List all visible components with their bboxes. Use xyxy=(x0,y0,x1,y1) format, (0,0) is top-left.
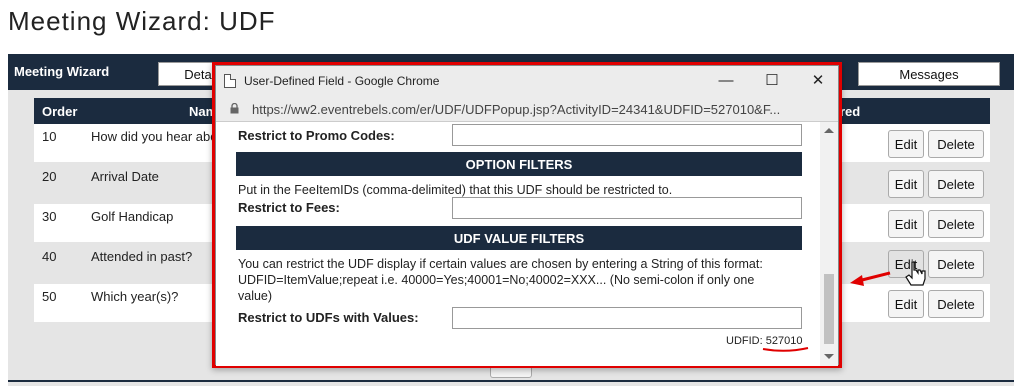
row-order: 10 xyxy=(42,129,57,144)
option-filters-help: Put in the FeeItemIDs (comma-delimited) … xyxy=(238,183,673,197)
header-required: red xyxy=(840,104,861,119)
popup-content: Restrict to Promo Codes: OPTION FILTERS … xyxy=(216,122,838,366)
restrict-udf-input[interactable] xyxy=(452,307,802,329)
udf-value-filters-header: UDF VALUE FILTERS xyxy=(236,226,802,250)
divider xyxy=(8,380,1014,382)
edit-button[interactable]: Edit xyxy=(888,170,924,198)
restrict-fees-label: Restrict to Fees: xyxy=(238,200,340,215)
address-bar[interactable]: https://ww2.eventrebels.com/er/UDF/UDFPo… xyxy=(216,96,838,122)
page-icon xyxy=(224,74,236,88)
delete-button[interactable]: Delete xyxy=(928,210,984,238)
row-order: 20 xyxy=(42,169,57,184)
url-text: https://ww2.eventrebels.com/er/UDF/UDFPo… xyxy=(252,102,781,117)
udfid-label: UDFID: xyxy=(726,335,763,347)
udf-value-help-line2: UDFID=ItemValue;repeat i.e. 40000=Yes;40… xyxy=(238,273,755,287)
row-order: 40 xyxy=(42,249,57,264)
screen: Meeting Wizard: UDF Meeting Wizard Deta … xyxy=(0,0,1026,386)
vertical-scrollbar[interactable] xyxy=(820,122,838,366)
row-name: Attended in past? xyxy=(91,249,193,264)
lock-icon xyxy=(230,103,239,114)
restrict-promo-input[interactable] xyxy=(452,124,802,146)
red-underline xyxy=(762,347,808,352)
edit-button[interactable]: Edit xyxy=(888,290,924,318)
row-order: 30 xyxy=(42,209,57,224)
scroll-down-arrow[interactable] xyxy=(824,354,834,359)
row-name: Golf Handicap xyxy=(91,209,174,224)
delete-button[interactable]: Delete xyxy=(928,290,984,318)
minimize-button[interactable]: — xyxy=(714,70,738,92)
delete-button[interactable]: Delete xyxy=(928,170,984,198)
restrict-fees-input[interactable] xyxy=(452,197,802,219)
edit-button[interactable]: Edit xyxy=(888,250,924,278)
page-title: Meeting Wizard: UDF xyxy=(8,6,276,36)
row-order: 50 xyxy=(42,289,57,304)
row-name: Which year(s)? xyxy=(91,289,179,304)
option-filters-header: OPTION FILTERS xyxy=(236,152,802,176)
row-name: How did you hear abo xyxy=(91,129,218,144)
restrict-promo-label: Restrict to Promo Codes: xyxy=(238,128,395,143)
tab-messages[interactable]: Messages xyxy=(858,62,1000,86)
udf-value-help-line3: value) xyxy=(238,289,273,303)
popup-frame: User-Defined Field - Google Chrome — ☐ ✕… xyxy=(215,65,839,366)
udf-popup-window: User-Defined Field - Google Chrome — ☐ ✕… xyxy=(212,62,842,368)
close-button[interactable]: ✕ xyxy=(806,70,830,92)
row-name: Arrival Date xyxy=(91,169,159,184)
window-titlebar: User-Defined Field - Google Chrome — ☐ ✕ xyxy=(216,66,838,96)
udfid-value: 527010 xyxy=(762,335,808,352)
maximize-button[interactable]: ☐ xyxy=(760,70,784,92)
restrict-udf-label: Restrict to UDFs with Values: xyxy=(238,310,419,325)
scroll-thumb[interactable] xyxy=(824,274,834,344)
edit-button[interactable]: Edit xyxy=(888,130,924,158)
udfid-readout: UDFID: 527010 xyxy=(726,335,808,352)
delete-button[interactable]: Delete xyxy=(928,130,984,158)
window-title: User-Defined Field - Google Chrome xyxy=(244,74,440,88)
wizard-label: Meeting Wizard xyxy=(14,64,110,79)
header-order: Order xyxy=(42,104,78,119)
udf-value-help-line1: You can restrict the UDF display if cert… xyxy=(238,257,763,271)
edit-button[interactable]: Edit xyxy=(888,210,924,238)
scroll-up-arrow[interactable] xyxy=(824,128,834,133)
delete-button[interactable]: Delete xyxy=(928,250,984,278)
